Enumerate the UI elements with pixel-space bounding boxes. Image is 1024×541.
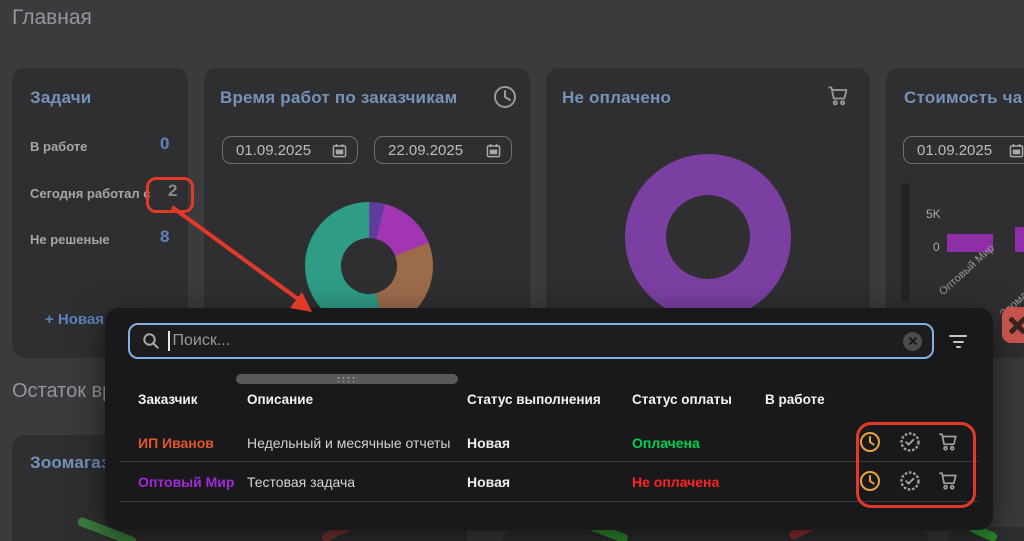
filter-list-icon[interactable]: [948, 335, 968, 352]
row2-payment-status: Не оплачена: [632, 474, 720, 490]
vertical-scrollbar[interactable]: [901, 183, 910, 301]
date-to-input[interactable]: 22.09.2025: [374, 136, 512, 164]
y-tick-5k: 5K: [926, 207, 941, 221]
unpaid-donut-chart: [625, 154, 791, 320]
annotation-box-value: [146, 177, 194, 213]
row-divider: [120, 500, 978, 502]
date-value: 01.09.2025: [917, 141, 993, 159]
bar-zoomagazin: [1015, 227, 1024, 252]
cart-icon: [826, 84, 850, 108]
horizontal-scrollbar[interactable]: [236, 374, 458, 384]
row2-status: Новая: [467, 474, 511, 490]
clear-icon[interactable]: [903, 331, 922, 351]
col-exec-status: Статус выполнения: [467, 392, 601, 407]
section-title-remaining: Остаток вр: [12, 380, 114, 402]
tasks-in-work-label: В работе: [30, 139, 88, 154]
col-pay-status: Статус оплаты: [632, 392, 732, 407]
row-divider: [120, 461, 978, 462]
col-description: Описание: [247, 392, 314, 407]
close-button[interactable]: [1002, 307, 1024, 343]
dashboard-page: Главная Задачи В работе 0 Сегодня работа…: [0, 0, 1024, 541]
clock-icon: [492, 84, 518, 110]
date-from-input[interactable]: 01.09.2025: [222, 136, 358, 164]
col-in-work: В работе: [765, 392, 825, 407]
row2-description: Тестовая задача: [247, 474, 356, 490]
row1-description: Недельный и месячные отчеты: [247, 435, 451, 451]
tasks-unsolved-label: Не решеные: [30, 232, 110, 247]
search-icon: [142, 332, 160, 350]
page-title: Главная: [12, 6, 92, 29]
scrollbar-grip[interactable]: [336, 376, 358, 382]
calendar-icon[interactable]: [486, 143, 501, 158]
search-input[interactable]: Поиск...: [128, 323, 934, 359]
tasks-today-label: Сегодня работал с: [30, 186, 151, 201]
calendar-icon[interactable]: [332, 143, 347, 158]
card-tasks-title: Задачи: [30, 88, 92, 107]
row1-customer[interactable]: ИП Иванов: [138, 435, 214, 451]
card-unpaid-title: Не оплачено: [562, 88, 672, 107]
card-hour-cost-title: Стоимость ча: [904, 88, 1023, 107]
tasks-in-work-value: 0: [160, 134, 170, 153]
search-placeholder: Поиск...: [172, 332, 231, 349]
date-to-value: 22.09.2025: [388, 141, 464, 159]
annotation-box-actions: [856, 422, 976, 508]
text-caret: [168, 331, 170, 351]
card-work-time-title: Время работ по заказчикам: [220, 88, 458, 107]
date-from-value: 01.09.2025: [236, 141, 312, 159]
tasks-unsolved-value: 8: [160, 227, 170, 246]
col-customer: Заказчик: [138, 392, 198, 407]
row1-payment-status: Оплачена: [632, 435, 700, 451]
date-from-input-2[interactable]: 01.09.2025: [903, 136, 1024, 164]
y-tick-0: 0: [933, 240, 940, 254]
new-task-link[interactable]: + Новая: [45, 311, 104, 328]
row2-customer[interactable]: Оптовый Мир: [138, 474, 234, 490]
calendar-icon[interactable]: [1009, 143, 1024, 158]
row1-status: Новая: [467, 435, 511, 451]
